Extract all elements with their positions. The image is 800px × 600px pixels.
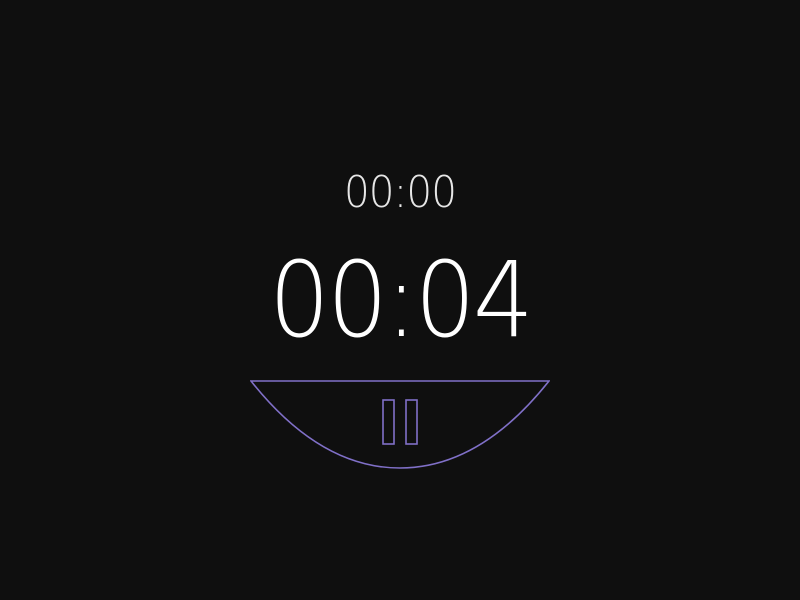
lap-time-display: 00:00 bbox=[343, 167, 457, 218]
pause-icon bbox=[382, 399, 418, 445]
stopwatch-screen: 00:00 00:04 bbox=[0, 0, 800, 600]
elapsed-time-display: 00:04 bbox=[269, 239, 534, 361]
pause-button-outline bbox=[250, 380, 550, 469]
pause-button[interactable] bbox=[250, 380, 550, 472]
